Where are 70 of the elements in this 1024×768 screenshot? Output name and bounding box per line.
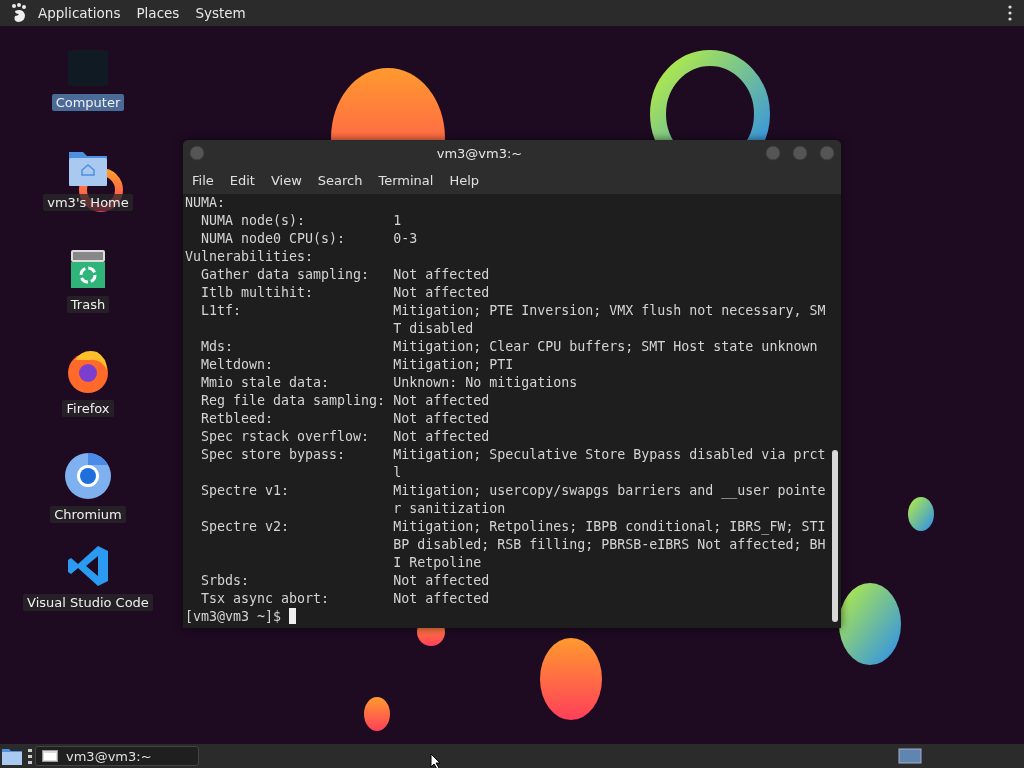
terminal-label: Retbleed: bbox=[201, 411, 274, 426]
trash-icon bbox=[69, 248, 107, 290]
terminal-value: Not affected bbox=[393, 410, 490, 428]
handle-icon[interactable] bbox=[27, 747, 33, 765]
terminal-value: Unknown: No mitigations bbox=[393, 374, 578, 392]
terminal-value: Mitigation; PTI bbox=[393, 356, 514, 374]
terminal-value: Mitigation; usercopy/swapgs barriers and __user pointe bbox=[393, 482, 826, 500]
terminal-value: Not affected bbox=[393, 266, 490, 284]
task-button[interactable]: vm3@vm3:~ bbox=[35, 746, 199, 766]
terminal-value: 0-3 bbox=[393, 230, 418, 248]
desktop-icon-label[interactable]: Firefox bbox=[62, 400, 114, 417]
terminal-label: NUMA node(s): bbox=[201, 213, 306, 228]
terminal-value: l bbox=[393, 464, 402, 482]
terminal-value: Not affected bbox=[393, 590, 490, 608]
more-icon[interactable] bbox=[1008, 5, 1012, 21]
firefox-icon bbox=[65, 348, 111, 394]
terminal-value: Mitigation; Retpolines; IBPB conditional; IBRS_FW; STI bbox=[393, 518, 826, 536]
terminal-value: Mitigation; PTE Inversion; VMX flush not necessary, SM bbox=[393, 302, 826, 320]
terminal-label: Spec store bypass: bbox=[201, 447, 346, 462]
terminal-label: Tsx async abort: bbox=[201, 591, 330, 606]
terminal-label: Spec rstack overflow: bbox=[201, 429, 370, 444]
terminal-heading: Vulnerabilities: bbox=[185, 248, 314, 266]
desktop-icon-label[interactable]: Chromium bbox=[50, 506, 126, 523]
panel-menu[interactable]: Places bbox=[130, 5, 186, 21]
panel-menu[interactable]: Applications bbox=[32, 5, 127, 21]
cursor-icon bbox=[430, 753, 442, 768]
terminal-value: Mitigation; Speculative Store Bypass disabled via prct bbox=[393, 446, 826, 464]
chromium-icon bbox=[64, 452, 112, 500]
terminal-label: Itlb multihit: bbox=[201, 285, 314, 300]
desktop-icon-label[interactable]: vm3's Home bbox=[43, 194, 133, 211]
terminal-label: Mds: bbox=[201, 339, 234, 354]
folder-icon[interactable] bbox=[1, 746, 23, 766]
shell-prompt: [vm3@vm3 ~]$ bbox=[185, 608, 282, 626]
menu-item[interactable]: View bbox=[264, 172, 308, 188]
terminal-value: I Retpoline bbox=[393, 554, 482, 572]
terminal-label: Reg file data sampling: bbox=[201, 393, 386, 408]
terminal-icon bbox=[42, 750, 58, 762]
terminal-heading: NUMA: bbox=[185, 194, 226, 212]
workspace-icon[interactable] bbox=[898, 747, 922, 765]
scrollbar-thumb[interactable] bbox=[832, 450, 838, 622]
window-title: vm3@vm3:~ bbox=[435, 145, 524, 161]
terminal-label: Spectre v1: bbox=[201, 483, 290, 498]
foot-logo-icon[interactable] bbox=[10, 3, 28, 23]
terminal-value: Not affected bbox=[393, 284, 490, 302]
terminal-value: 1 bbox=[393, 212, 402, 230]
terminal-value: Mitigation; Clear CPU buffers; SMT Host state unknown bbox=[393, 338, 818, 356]
desktop-icon-label[interactable]: Trash bbox=[66, 296, 110, 313]
terminal-label: Gather data sampling: bbox=[201, 267, 370, 282]
terminal-value: Not affected bbox=[393, 428, 490, 446]
terminal-value: Not affected bbox=[393, 392, 490, 410]
panel-menu[interactable]: System bbox=[189, 5, 252, 21]
menu-item[interactable]: Terminal bbox=[372, 172, 440, 188]
desktop-icon-label[interactable]: Visual Studio Code bbox=[23, 594, 153, 611]
terminal-value: Not affected bbox=[393, 572, 490, 590]
terminal-label: NUMA node0 CPU(s): bbox=[201, 231, 346, 246]
menu-item[interactable]: Help bbox=[443, 172, 486, 188]
terminal-value: BP disabled; RSB filling; PBRSB-eIBRS Not affected; BH bbox=[393, 536, 826, 554]
terminal-label: Meltdown: bbox=[201, 357, 274, 372]
menu-item[interactable]: Search bbox=[311, 172, 369, 188]
terminal-value: T disabled bbox=[393, 320, 474, 338]
terminal-label: Srbds: bbox=[201, 573, 250, 588]
desktop-icon-label[interactable]: Computer bbox=[51, 94, 125, 111]
vscode-icon bbox=[66, 544, 110, 588]
menu-item[interactable]: File bbox=[186, 172, 220, 188]
terminal-label: Spectre v2: bbox=[201, 519, 290, 534]
text-cursor bbox=[289, 608, 297, 624]
menu-item[interactable]: Edit bbox=[223, 172, 261, 188]
terminal-label: L1tf: bbox=[201, 303, 242, 318]
terminal-value: r sanitization bbox=[393, 500, 506, 518]
terminal-label: Mmio stale data: bbox=[201, 375, 330, 390]
